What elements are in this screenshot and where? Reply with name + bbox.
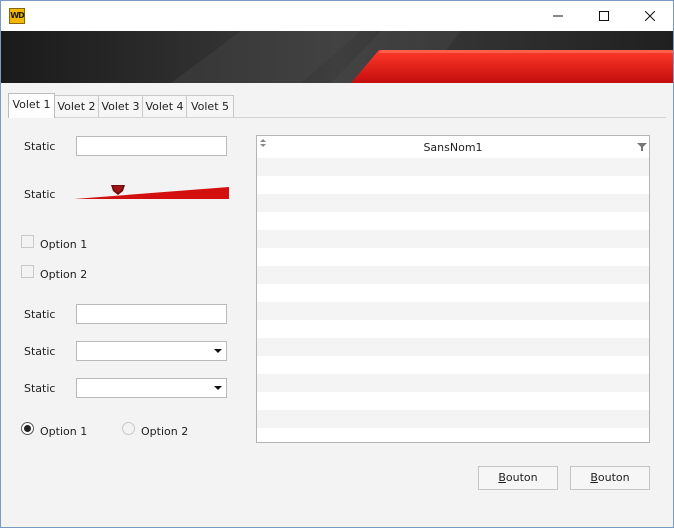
title-bar[interactable]: WD (1, 1, 673, 31)
minimize-icon (553, 15, 563, 17)
button-mnemonic: B (590, 471, 598, 484)
table-row[interactable] (257, 176, 649, 194)
close-button[interactable] (627, 1, 673, 31)
static-label-slider: Static (24, 188, 56, 201)
static-label-4: Static (24, 382, 56, 395)
table-row[interactable] (257, 266, 649, 284)
radio-option-2[interactable] (122, 422, 135, 435)
app-window: WD Volet 1 Volet 2 Volet 3 Volet 4 Volet… (0, 0, 674, 528)
combo-box-1[interactable] (76, 341, 227, 361)
static-label-2: Static (24, 308, 56, 321)
checkbox-option-1-label: Option 1 (40, 238, 88, 251)
radio-option-1[interactable] (21, 422, 34, 435)
button-label: outon (505, 471, 538, 484)
filter-icon[interactable] (637, 142, 647, 152)
table-row[interactable] (257, 320, 649, 338)
table-row[interactable] (257, 392, 649, 410)
table-row[interactable] (257, 338, 649, 356)
maximize-button[interactable] (581, 1, 627, 31)
edit-field-1[interactable] (76, 136, 227, 156)
table-row[interactable] (257, 194, 649, 212)
table-row[interactable] (257, 302, 649, 320)
tab-volet-2[interactable]: Volet 2 (54, 95, 99, 117)
combo-box-2[interactable] (76, 378, 227, 398)
static-label-3: Static (24, 345, 56, 358)
tab-volet-5[interactable]: Volet 5 (186, 95, 234, 117)
dropdown-arrow-icon[interactable] (210, 379, 226, 397)
table-row[interactable] (257, 212, 649, 230)
edit-field-2[interactable] (76, 304, 227, 324)
tab-volet-1[interactable]: Volet 1 (8, 93, 55, 118)
table-row[interactable] (257, 374, 649, 392)
button-mnemonic: B (498, 471, 506, 484)
table-row[interactable] (257, 248, 649, 266)
button-label: outon (597, 471, 630, 484)
tab-panel-volet-1: Static Static Option 1 Option 2 Static S… (8, 117, 666, 524)
table-row[interactable] (257, 230, 649, 248)
dropdown-arrow-icon[interactable] (210, 342, 226, 360)
header-banner (1, 31, 673, 83)
banner-graphic (171, 31, 673, 83)
static-label-1: Static (24, 140, 56, 153)
radio-option-2-label: Option 2 (141, 425, 189, 438)
checkbox-option-2[interactable] (21, 265, 34, 278)
table-row[interactable] (257, 158, 649, 176)
bouton-button-2[interactable]: Bouton (570, 466, 650, 490)
volume-slider[interactable] (74, 180, 230, 200)
table-row[interactable] (257, 356, 649, 374)
minimize-button[interactable] (535, 1, 581, 31)
maximize-icon (599, 11, 609, 21)
checkbox-option-1[interactable] (21, 235, 34, 248)
radio-option-1-label: Option 1 (40, 425, 88, 438)
main-content: Volet 1 Volet 2 Volet 3 Volet 4 Volet 5 … (1, 83, 673, 527)
data-table[interactable]: SansNom1 (256, 135, 650, 443)
slider-thumb[interactable] (111, 185, 125, 195)
table-row[interactable] (257, 410, 649, 428)
tab-volet-4[interactable]: Volet 4 (142, 95, 187, 117)
tab-volet-3[interactable]: Volet 3 (98, 95, 143, 117)
table-row[interactable] (257, 284, 649, 302)
bouton-button-1[interactable]: Bouton (478, 466, 558, 490)
checkbox-option-2-label: Option 2 (40, 268, 88, 281)
windev-app-icon: WD (9, 8, 25, 24)
column-header-sansnom1[interactable]: SansNom1 (257, 136, 649, 160)
close-icon (645, 11, 655, 21)
table-header[interactable]: SansNom1 (257, 136, 649, 159)
